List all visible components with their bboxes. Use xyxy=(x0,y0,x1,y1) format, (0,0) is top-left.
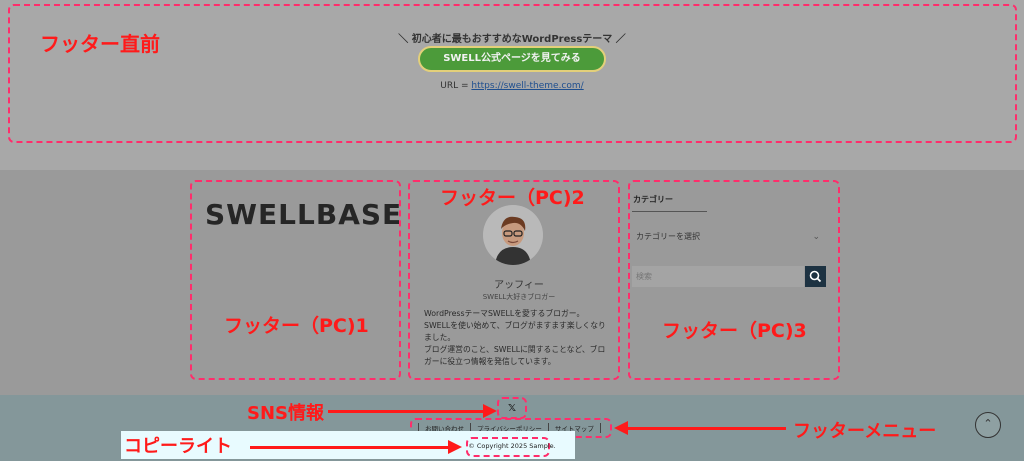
annotation-arrow-sns xyxy=(328,410,486,413)
annotation-label-pc3: フッター（PC)3 xyxy=(662,320,807,342)
annotation-box-pre-footer xyxy=(8,4,1017,143)
annotation-box-pc2 xyxy=(408,180,620,380)
annotation-label-pc2: フッター（PC)2 xyxy=(440,187,585,209)
annotation-arrow-footer-menu xyxy=(626,427,786,430)
arrowhead-right-icon xyxy=(483,404,497,418)
annotation-label-pre-footer: フッター直前 xyxy=(40,32,160,56)
copyright-overlay: © Copyright 2025 Sample. xyxy=(468,442,556,450)
annotation-box-pc3 xyxy=(628,180,840,380)
annotation-box-pc1 xyxy=(190,180,401,380)
chevron-up-icon: ⌃ xyxy=(983,417,993,430)
annotation-label-sns: SNS情報 xyxy=(247,403,324,424)
arrowhead-left-icon xyxy=(614,421,628,435)
annotation-label-pc1: フッター（PC)1 xyxy=(224,315,369,337)
page-top-button[interactable]: ⌃ xyxy=(975,412,1001,438)
annotation-label-footer-menu: フッターメニュー xyxy=(793,421,937,442)
annotation-box-sns xyxy=(497,397,527,419)
